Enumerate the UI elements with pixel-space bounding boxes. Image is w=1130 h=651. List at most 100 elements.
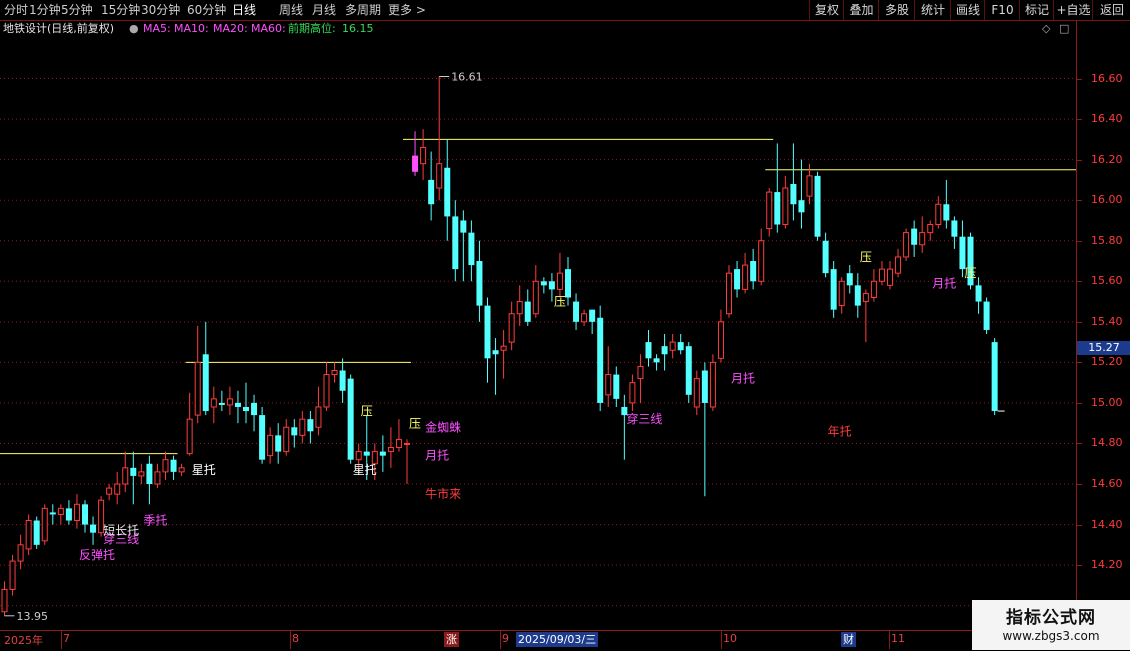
signal-annotation: 压 <box>860 250 872 264</box>
candle-body <box>895 256 902 274</box>
axis-tick <box>1077 159 1082 161</box>
candle-body <box>65 508 72 521</box>
candle-body <box>645 342 652 359</box>
candle-body <box>33 520 40 545</box>
period-tab[interactable]: 15分钟 <box>101 0 140 20</box>
square-icon[interactable]: □ <box>1059 20 1069 38</box>
axis-tick-label: 15.40 <box>1091 314 1123 328</box>
axis-tick-label: 14.60 <box>1091 477 1123 491</box>
price-label: 13.95 <box>17 610 49 623</box>
candle-body <box>307 419 314 432</box>
candle-body <box>412 155 419 172</box>
period-tab[interactable]: 月线 <box>312 0 336 20</box>
axis-tick <box>1077 484 1082 486</box>
candle-body <box>178 467 185 473</box>
month-separator <box>61 631 62 649</box>
axis-tick-label: 14.40 <box>1091 517 1123 531</box>
axis-tick-label: 15.60 <box>1091 274 1123 288</box>
event-badge[interactable]: 财 <box>841 632 856 647</box>
axis-tick <box>1077 565 1082 567</box>
candle-body <box>838 280 845 307</box>
candle-body <box>106 487 113 495</box>
signal-annotation: 季托 <box>143 514 167 528</box>
signal-annotation: 压 <box>361 404 373 418</box>
toolbar-button[interactable]: F10 <box>984 0 1020 20</box>
period-tab[interactable]: 更多 > <box>388 0 426 20</box>
toolbar-button[interactable]: 画线 <box>950 0 985 20</box>
candle-body <box>790 183 797 205</box>
candle-body <box>701 370 708 403</box>
month-separator <box>721 631 722 649</box>
candle-body <box>975 285 982 302</box>
candle-body <box>854 285 861 306</box>
candle-body <box>524 301 531 322</box>
candle-body <box>500 345 507 351</box>
candle-body <box>49 512 56 515</box>
toolbar-button[interactable]: 多股 <box>878 0 915 20</box>
candle-body <box>605 374 612 396</box>
candle-body <box>951 220 958 237</box>
candle-body <box>251 402 258 416</box>
candle-body <box>355 451 362 461</box>
period-tab[interactable]: 30分钟 <box>141 0 180 20</box>
toolbar-button[interactable]: 复权 <box>809 0 844 20</box>
candle-body <box>798 200 805 213</box>
candle-body <box>202 354 209 412</box>
period-tab[interactable]: 60分钟 <box>187 0 226 20</box>
candle-body <box>750 261 757 282</box>
month-label: 9 <box>502 632 509 645</box>
axis-tick-label: 16.00 <box>1091 193 1123 207</box>
toolbar-button[interactable]: 返回 <box>1092 0 1130 20</box>
watermark-title: 指标公式网 <box>1006 608 1096 628</box>
candle-body <box>468 232 475 266</box>
candle-body <box>709 361 716 408</box>
toolbar-button[interactable]: 叠加 <box>843 0 879 20</box>
candle-body <box>267 434 274 457</box>
diamond-icon[interactable]: ◇ <box>1042 20 1050 38</box>
candle-body <box>573 301 580 322</box>
month-label: 11 <box>891 632 905 645</box>
ma10-label: MA10: <box>174 22 209 35</box>
candle-body <box>379 451 386 456</box>
signal-annotation: 月托 <box>932 276 956 290</box>
month-separator <box>500 631 501 649</box>
toolbar-button[interactable]: 标记 <box>1019 0 1054 20</box>
month-label: 10 <box>723 632 737 645</box>
candle-body <box>234 402 241 407</box>
watermark: 指标公式网 www.zbgs3.com <box>972 600 1130 650</box>
period-tab[interactable]: 日线 <box>232 0 256 20</box>
axis-tick-label: 15.00 <box>1091 395 1123 409</box>
event-badge[interactable]: 涨 <box>444 632 459 647</box>
axis-tick <box>1077 200 1082 202</box>
candle-body <box>629 382 636 404</box>
signal-annotation: 压 <box>554 295 566 309</box>
candle-body <box>186 418 193 455</box>
period-tab[interactable]: 周线 <box>279 0 303 20</box>
candlestick-chart[interactable]: 16.6113.95反弹托穿三线短长托季托星托 星托压压 金蜘蛛月托牛市来压穿三线月… <box>0 38 1076 630</box>
candle-body <box>347 378 354 460</box>
toolbar-button[interactable]: +自选 <box>1053 0 1093 20</box>
candle-body <box>677 342 684 351</box>
candle-body <box>693 378 700 408</box>
period-tab[interactable]: 1分钟 <box>29 0 61 20</box>
candle-body <box>870 280 877 299</box>
candle-body <box>243 406 249 412</box>
settings-icon[interactable]: ● <box>129 20 139 38</box>
period-tab[interactable]: 多周期 <box>345 0 381 20</box>
candle-body <box>130 467 137 476</box>
candle-body <box>275 435 282 452</box>
toolbar-button[interactable]: 统计 <box>914 0 951 20</box>
candle-body <box>460 220 467 233</box>
candle-body <box>283 426 290 453</box>
signal-annotation: 金蜘蛛 <box>425 419 461 434</box>
period-tab[interactable]: 分时 <box>4 0 28 20</box>
candle-body <box>637 365 644 380</box>
period-tab[interactable]: 5分钟 <box>61 0 93 20</box>
candle-body <box>146 463 153 485</box>
month-separator <box>889 631 890 649</box>
candle-body <box>138 471 145 477</box>
candle-body <box>41 507 48 542</box>
candle-body <box>653 358 660 363</box>
candle-body <box>726 272 732 315</box>
candle-body <box>669 341 676 351</box>
